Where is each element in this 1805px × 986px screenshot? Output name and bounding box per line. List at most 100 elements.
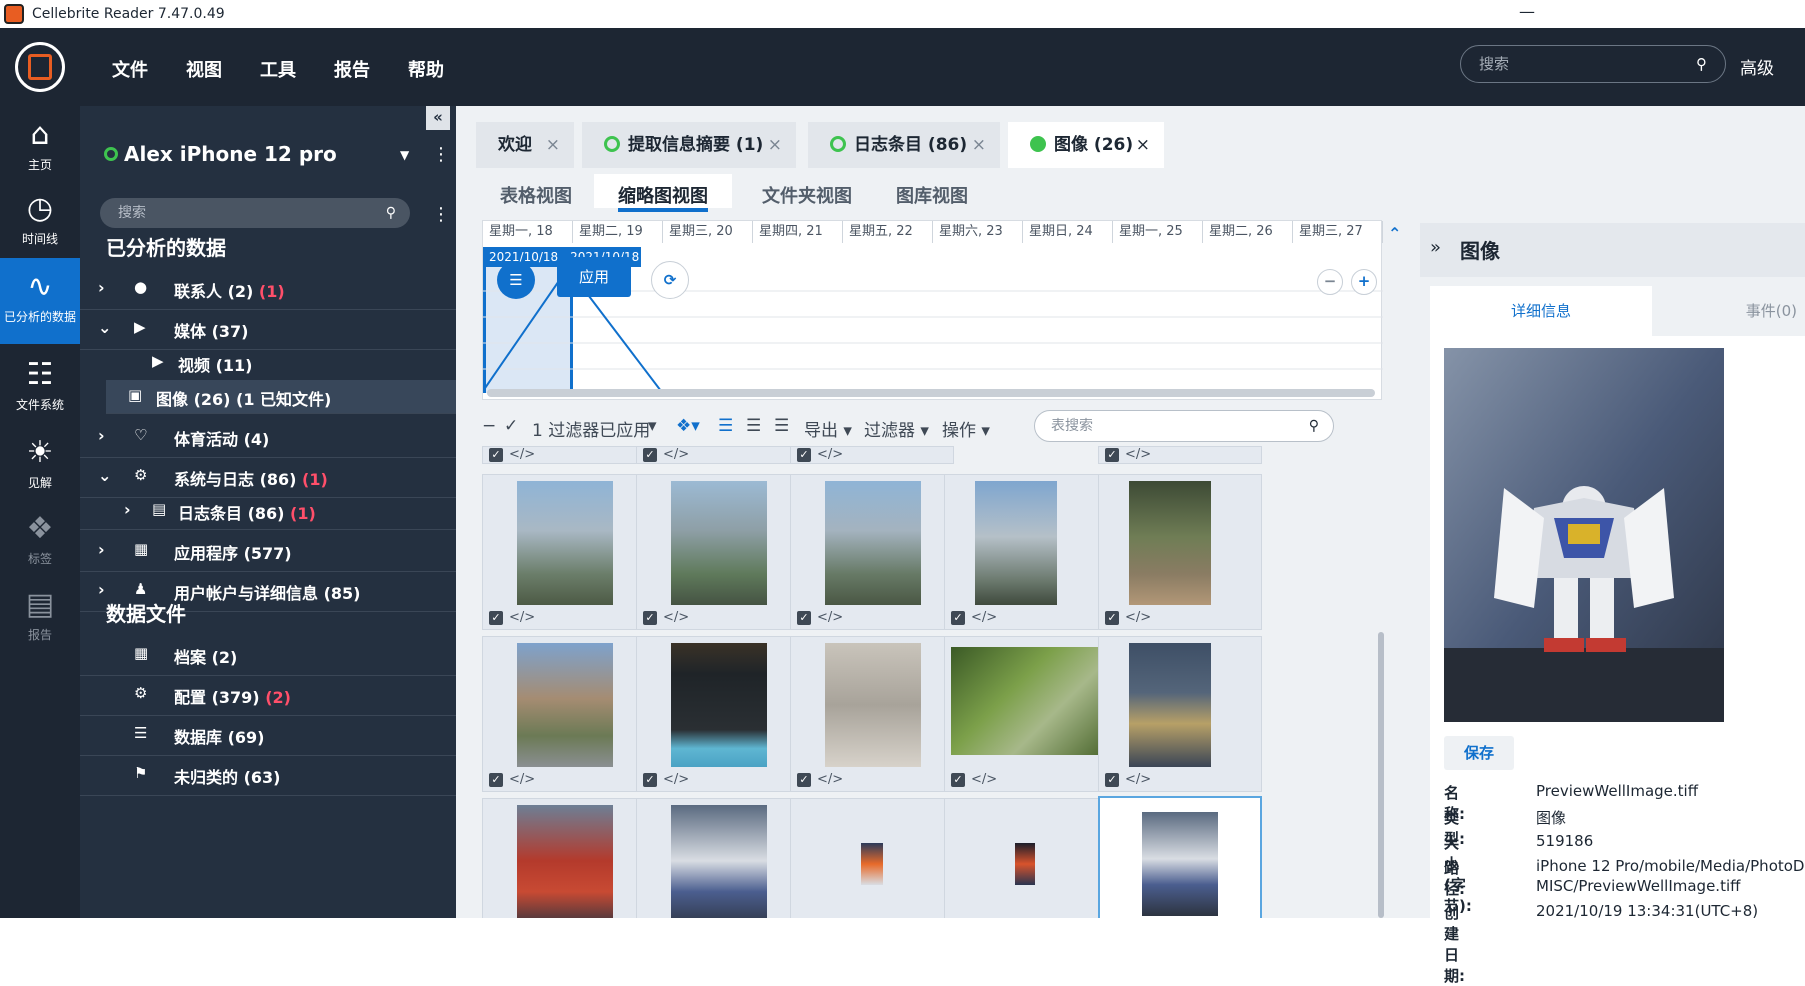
scrollbar-thumb[interactable] <box>1378 632 1384 918</box>
tree-item-config[interactable]: ⚙ 配置 (379) (2) <box>80 676 456 716</box>
thumbnail-card-selected[interactable] <box>1098 796 1262 918</box>
tree-item-images[interactable]: ▣ 图像 (26) (1 已知文件) <box>106 380 456 414</box>
tab-extraction-summary[interactable]: 提取信息摘要 (1) × <box>582 122 796 168</box>
thumbnail-card[interactable] <box>790 798 954 918</box>
save-button[interactable]: 保存 <box>1444 736 1514 770</box>
rail-reports[interactable]: ▤ 报告 <box>0 580 80 656</box>
tab-table-view[interactable]: 表格视图 <box>500 182 572 208</box>
chevron-right-icon[interactable]: › <box>98 278 105 297</box>
checkbox-icon[interactable]: ✓ <box>643 448 657 462</box>
expand-pane-icon[interactable]: » <box>1430 237 1441 258</box>
thumbnail-card[interactable]: ✓ </> <box>1098 474 1262 630</box>
checklist-alt-icon[interactable]: ☰ <box>746 416 761 436</box>
zoom-in-icon[interactable]: + <box>1351 269 1377 295</box>
timeline-chart[interactable]: 星期一, 18 星期二, 19 星期三, 20 星期四, 21 星期五, 22 … <box>482 220 1383 400</box>
checkbox-icon[interactable]: ✓ <box>489 773 503 787</box>
thumbnail-card[interactable]: ✓ </> <box>790 636 954 792</box>
checkbox-icon[interactable]: ✓ <box>489 611 503 625</box>
menu-view[interactable]: 视图 <box>186 56 222 82</box>
thumbnail-card[interactable]: ✓ </> <box>1098 636 1262 792</box>
tree-item-videos[interactable]: ▶ 视频 (11) <box>80 346 456 380</box>
checkbox-icon[interactable]: ✓ <box>1105 611 1119 625</box>
actions-menu[interactable]: 操作 ▾ <box>942 416 990 441</box>
chevron-down-icon[interactable]: ⌄ <box>98 466 111 485</box>
rail-tags[interactable]: ❖ 标签 <box>0 504 80 580</box>
device-more-icon[interactable]: ⋮ <box>432 144 450 165</box>
close-icon[interactable]: × <box>546 122 560 168</box>
chevron-down-icon[interactable]: ⌄ <box>98 318 111 337</box>
thumbnail-card[interactable]: ✓ </> <box>944 636 1108 792</box>
tab-details[interactable]: 详细信息 <box>1430 286 1652 336</box>
tree-item-log-entries[interactable]: › ▤ 日志条目 (86) (1) <box>80 494 456 530</box>
checkbox-icon[interactable]: ✓ <box>643 611 657 625</box>
tab-folder-view[interactable]: 文件夹视图 <box>762 182 852 208</box>
close-icon[interactable]: × <box>1136 122 1150 168</box>
chevron-right-icon[interactable]: › <box>124 500 131 519</box>
menu-help[interactable]: 帮助 <box>408 56 444 82</box>
collapse-timeline-icon[interactable]: ⌃ <box>1388 224 1401 243</box>
thumbnail-card[interactable]: ✓ </> <box>482 446 646 464</box>
checklist-icon[interactable]: ☰ <box>718 416 733 436</box>
tab-welcome[interactable]: 欢迎 × <box>476 122 574 168</box>
checkbox-icon[interactable]: ✓ <box>1105 448 1119 462</box>
grid-scrollbar[interactable] <box>1376 446 1386 918</box>
close-icon[interactable]: × <box>972 122 986 168</box>
timeline-scrollbar[interactable] <box>487 389 1375 397</box>
rail-timeline[interactable]: ◷ 时间线 <box>0 182 80 258</box>
rail-home[interactable]: ⌂ 主页 <box>0 106 80 182</box>
rail-file-system[interactable]: ☷ 文件系统 <box>0 350 80 426</box>
close-icon[interactable]: × <box>768 122 782 168</box>
search-icon[interactable]: ⚲ <box>386 198 396 228</box>
check-all-icon[interactable]: ✓ <box>504 416 518 436</box>
refresh-icon[interactable]: ⟳ <box>651 261 689 299</box>
tab-gallery-view[interactable]: 图库视图 <box>896 182 968 208</box>
thumbnail-card[interactable]: ✓ </> <box>482 474 646 630</box>
thumbnail-card[interactable]: ✓ </> <box>944 474 1108 630</box>
thumbnail-card[interactable]: ✓ </> <box>636 446 800 464</box>
thumbnail-card[interactable]: ✓ </> <box>636 474 800 630</box>
tree-item-archives[interactable]: ▦ 档案 (2) <box>80 636 456 676</box>
chevron-right-icon[interactable]: › <box>98 580 105 599</box>
filters-menu[interactable]: 过滤器 ▾ <box>864 416 929 441</box>
collapse-panel-button[interactable]: « <box>426 106 450 130</box>
tree-item-databases[interactable]: ☰ 数据库 (69) <box>80 716 456 756</box>
menu-file[interactable]: 文件 <box>112 56 148 82</box>
thumbnail-card[interactable] <box>944 798 1108 918</box>
list-icon[interactable]: ☰ <box>497 261 535 299</box>
thumbnail-card[interactable]: ✓ </> <box>636 636 800 792</box>
checkbox-icon[interactable]: ✓ <box>951 773 965 787</box>
tree-item-contacts[interactable]: › ● 联系人 (2) (1) <box>80 270 456 310</box>
export-menu[interactable]: 导出 ▾ <box>804 416 852 441</box>
checkbox-icon[interactable]: ✓ <box>489 448 503 462</box>
tree-item-media[interactable]: ⌄ ▶ 媒体 (37) <box>80 310 456 350</box>
table-search-input[interactable]: 表搜索 ⚲ <box>1034 410 1334 442</box>
list-view-icon[interactable]: ☰ <box>774 416 789 436</box>
tree-more-icon[interactable]: ⋮ <box>432 204 450 225</box>
tab-events[interactable]: 事件(0) <box>1652 286 1805 336</box>
device-selector[interactable]: Alex iPhone 12 pro <box>104 142 337 166</box>
zoom-out-icon[interactable]: − <box>1317 269 1343 295</box>
apply-button[interactable]: 应用 <box>557 257 631 297</box>
chevron-down-icon[interactable]: ▼ <box>400 148 409 162</box>
checkbox-icon[interactable]: ✓ <box>797 448 811 462</box>
tree-item-fitness[interactable]: › ♡ 体育活动 (4) <box>80 418 456 458</box>
thumbnail-card[interactable] <box>482 798 646 918</box>
menu-tools[interactable]: 工具 <box>260 56 296 82</box>
search-icon[interactable]: ⚲ <box>1309 411 1319 441</box>
thumbnail-card[interactable] <box>636 798 800 918</box>
chevron-down-icon[interactable]: ▾ <box>648 416 657 436</box>
thumbnail-card[interactable]: ✓ </> <box>482 636 646 792</box>
tab-images[interactable]: 图像 (26) × <box>1008 122 1164 168</box>
menu-report[interactable]: 报告 <box>334 56 370 82</box>
checkbox-icon[interactable]: ✓ <box>1105 773 1119 787</box>
thumbnail-card[interactable]: ✓ </> <box>790 474 954 630</box>
checkbox-icon[interactable]: ✓ <box>951 611 965 625</box>
thumbnail-card[interactable]: ✓ </> <box>1098 446 1262 464</box>
chevron-right-icon[interactable]: › <box>98 426 105 445</box>
checkbox-icon[interactable]: ✓ <box>797 773 811 787</box>
rail-analyzed-data[interactable]: ∿ 已分析的数据 <box>0 258 80 344</box>
checkbox-icon[interactable]: ✓ <box>797 611 811 625</box>
filters-applied-label[interactable]: 1 过滤器已应用 <box>532 416 650 441</box>
checkbox-icon[interactable]: ✓ <box>643 773 657 787</box>
chevron-right-icon[interactable]: › <box>98 540 105 559</box>
